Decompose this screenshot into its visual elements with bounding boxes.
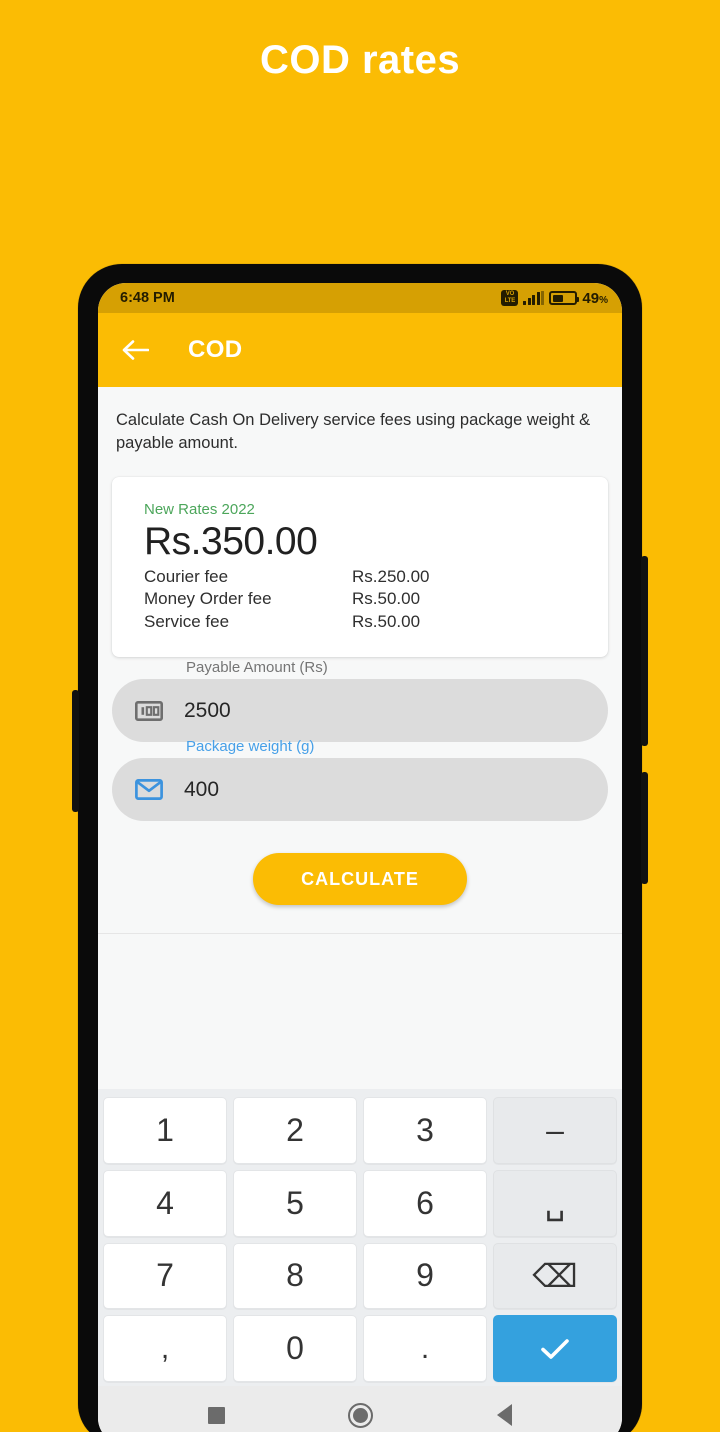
key-2[interactable]: 2: [233, 1097, 357, 1164]
key-1[interactable]: 1: [103, 1097, 227, 1164]
key-3[interactable]: 3: [363, 1097, 487, 1164]
calculate-button[interactable]: CALCULATE: [253, 853, 467, 906]
volte-top-text: VO: [505, 291, 515, 297]
package-weight-field[interactable]: Package weight (g) 400: [112, 738, 608, 822]
banknote-icon: [134, 696, 164, 726]
enter-key[interactable]: [493, 1315, 617, 1382]
key-comma[interactable]: ,: [103, 1315, 227, 1382]
payable-amount-label: Payable Amount (Rs): [186, 659, 328, 677]
payable-amount-field[interactable]: Payable Amount (Rs) 2500: [112, 659, 608, 743]
total-amount: Rs.350.00: [144, 519, 318, 563]
package-weight-label: Package weight (g): [186, 738, 315, 756]
calculate-button-wrap: CALCULATE: [98, 853, 622, 906]
key-9[interactable]: 9: [363, 1242, 487, 1310]
battery-icon: [549, 291, 580, 305]
app-bar: COD: [98, 313, 622, 387]
table-row: Money Order fee Rs.50.00: [144, 588, 576, 611]
payable-amount-value: 2500: [184, 698, 231, 722]
promo-title: COD rates: [259, 37, 461, 82]
space-key[interactable]: ␣: [493, 1169, 617, 1237]
key-4[interactable]: 4: [103, 1169, 227, 1237]
key-8[interactable]: 8: [233, 1242, 357, 1310]
status-bar: 6:48 PM VO LTE 49%: [98, 283, 622, 313]
result-card: New Rates 2022 Rs.350.00 Courier fee Rs.…: [112, 476, 608, 658]
fee-value: Rs.250.00: [352, 566, 430, 586]
key-6[interactable]: 6: [363, 1169, 487, 1237]
power-button[interactable]: [641, 556, 648, 746]
keyboard-row: 7 8 9 ⌫: [103, 1242, 617, 1310]
android-nav-bar: [98, 1386, 622, 1432]
envelope-icon: [134, 775, 164, 805]
arrow-left-icon[interactable]: [120, 335, 150, 365]
fee-value: Rs.50.00: [352, 611, 421, 631]
fee-value: Rs.50.00: [352, 589, 421, 609]
fee-name: Service fee: [144, 611, 230, 631]
phone-screen: 6:48 PM VO LTE 49% COD Calculate Cash On…: [98, 283, 622, 1432]
table-row: Service fee Rs.50.00: [144, 611, 576, 634]
status-icons: VO LTE 49%: [501, 290, 608, 307]
signal-bars-icon: [523, 291, 545, 305]
key-5[interactable]: 5: [233, 1169, 357, 1237]
keyboard-row: 4 5 6 ␣: [103, 1169, 617, 1237]
volume-button[interactable]: [72, 690, 79, 812]
minus-key[interactable]: –: [493, 1097, 617, 1164]
backspace-key[interactable]: ⌫: [493, 1242, 617, 1310]
volte-icon: VO LTE: [501, 290, 519, 306]
numeric-keyboard: 1 2 3 – 4 5 6 ␣ 7 8 9 ⌫ , 0 .: [98, 1089, 622, 1386]
table-row: Courier fee Rs.250.00: [144, 566, 576, 589]
key-period[interactable]: .: [363, 1315, 487, 1382]
fee-name: Courier fee: [144, 566, 229, 586]
assistant-button[interactable]: [641, 772, 648, 884]
rates-label: New Rates 2022: [144, 500, 255, 518]
status-time: 6:48 PM: [120, 290, 175, 306]
intro-text: Calculate Cash On Delivery service fees …: [116, 411, 591, 453]
app-bar-title: COD: [188, 336, 243, 363]
fee-name: Money Order fee: [144, 589, 272, 609]
battery-percent-label: 49%: [582, 289, 608, 307]
keyboard-row: 1 2 3 –: [103, 1097, 617, 1164]
main-content: Calculate Cash On Delivery service fees …: [98, 387, 622, 1089]
keyboard-row: , 0 .: [103, 1315, 617, 1382]
key-0[interactable]: 0: [233, 1315, 357, 1382]
volte-bottom-text: LTE: [504, 298, 516, 304]
back-triangle-icon[interactable]: [487, 1398, 521, 1432]
recents-square-icon[interactable]: [199, 1398, 233, 1432]
key-7[interactable]: 7: [103, 1242, 227, 1310]
package-weight-value: 400: [184, 777, 220, 801]
home-circle-icon[interactable]: [343, 1398, 377, 1432]
battery-fill: [552, 294, 564, 302]
phone-frame: 6:48 PM VO LTE 49% COD Calculate Cash On…: [72, 264, 648, 1432]
